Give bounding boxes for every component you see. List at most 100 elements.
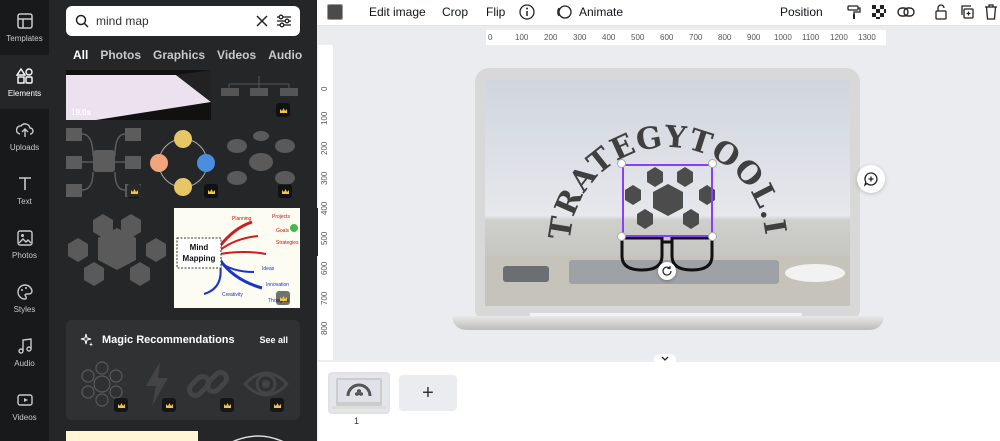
search-input[interactable] (96, 14, 254, 28)
mindmap-branch-goals: Goals (276, 228, 290, 234)
ruler-tick: 800 (718, 33, 732, 42)
transparency-icon[interactable] (870, 3, 888, 21)
premium-crown-icon (278, 184, 292, 198)
magic-title: Magic Recommendations (102, 334, 235, 346)
ruler-tick: 800 (320, 321, 329, 335)
duplicate-icon[interactable] (958, 3, 976, 21)
filter-icon[interactable] (276, 13, 292, 29)
delete-icon[interactable] (982, 3, 1000, 21)
magic-recommendations-card: Magic Recommendations See all (66, 320, 300, 420)
graphic-cloud-map[interactable] (223, 126, 300, 201)
graphic-hexagon-map[interactable] (66, 208, 208, 308)
page-thumbnail[interactable] (328, 372, 390, 414)
add-comment-button[interactable] (857, 165, 885, 193)
resize-handle[interactable] (617, 159, 626, 168)
paint-roller-icon[interactable] (845, 3, 863, 21)
selection-box[interactable] (622, 164, 713, 237)
rotate-handle-icon[interactable] (658, 262, 676, 280)
animate-button[interactable]: Animate (579, 4, 623, 20)
mindmap-branch-ideas: Ideas (262, 266, 275, 272)
rail-item-photos[interactable]: Photos (0, 217, 49, 271)
elements-panel: All Photos Graphics Videos Audio 19.0s (49, 0, 317, 441)
clear-search-icon[interactable] (254, 13, 270, 29)
ruler-tick: 1000 (774, 33, 792, 42)
graphic-sketch-result[interactable] (66, 431, 198, 441)
rail-item-text[interactable]: Text (0, 163, 49, 217)
templates-icon (16, 12, 33, 29)
rail-label-videos: Videos (12, 412, 37, 422)
audio-icon (17, 337, 32, 354)
unlock-icon[interactable] (932, 3, 950, 21)
recommendation-hexagon-ring[interactable] (78, 360, 128, 412)
rail-item-uploads[interactable]: Uploads (0, 109, 49, 163)
premium-crown-icon (270, 398, 284, 412)
rail-label-templates: Templates (6, 33, 43, 43)
ruler-tick: 0 (320, 86, 329, 91)
recommendation-eye[interactable] (242, 360, 290, 412)
comment-icon (863, 172, 878, 187)
rail-item-audio[interactable]: Audio (0, 325, 49, 379)
laptop-base (452, 316, 884, 330)
ruler-tick: 500 (320, 231, 329, 245)
recommendation-lightning[interactable] (142, 360, 176, 412)
mindmap-title-text: Mind Mapping (182, 243, 216, 263)
color-swatch[interactable] (327, 4, 343, 20)
context-toolbar: Edit image Crop Flip Animate Position (317, 0, 1000, 26)
animate-icon[interactable] (555, 3, 573, 21)
rail-item-templates[interactable]: Templates (0, 0, 49, 54)
edit-image-button[interactable]: Edit image (369, 4, 426, 20)
add-page-label: + (422, 381, 434, 404)
rail-item-elements[interactable]: Elements (0, 55, 49, 109)
add-page-button[interactable]: + (399, 375, 457, 411)
page-number: 1 (354, 416, 360, 426)
uploads-icon (15, 122, 34, 137)
ruler-tick: 400 (602, 33, 616, 42)
mindmap-branch-strategies: Strategies (276, 240, 299, 246)
ruler-tick: 200 (544, 33, 558, 42)
rail-label-photos: Photos (12, 250, 37, 260)
recommendation-chain-link[interactable] (184, 360, 234, 412)
search-bar (66, 6, 300, 36)
graphic-org-chart[interactable] (217, 70, 300, 120)
see-all-link[interactable]: See all (259, 335, 288, 345)
mindmap-branch-creativity: Creativity (222, 292, 243, 298)
premium-crown-icon (276, 291, 290, 305)
info-icon[interactable] (518, 3, 536, 21)
video-result[interactable]: 19.0s (66, 70, 211, 120)
resize-handle[interactable] (708, 232, 717, 241)
left-rail: Templates Elements Uploads Text Photos S… (0, 0, 49, 441)
graphic-circle-result[interactable] (224, 431, 292, 441)
ruler-tick: 200 (320, 141, 329, 155)
ruler-vertical: 0 100 200 300 400 500 600 700 800 (318, 45, 333, 360)
ruler-tick: 600 (660, 33, 674, 42)
link-icon[interactable] (897, 3, 915, 21)
graphic-gray-mind-map[interactable] (66, 126, 143, 201)
premium-crown-icon (204, 184, 218, 198)
ruler-tick: 600 (320, 261, 329, 275)
tab-graphics[interactable]: Graphics (153, 48, 205, 68)
sparkle-icon (80, 333, 94, 352)
tab-audio[interactable]: Audio (268, 48, 302, 68)
video-duration: 19.0s (71, 108, 92, 117)
tab-photos[interactable]: Photos (100, 48, 141, 68)
flip-button[interactable]: Flip (486, 4, 505, 20)
styles-icon (16, 283, 33, 300)
premium-crown-icon (162, 398, 176, 412)
videos-icon (16, 393, 33, 406)
position-button[interactable]: Position (780, 4, 823, 20)
photo-mind-mapping[interactable]: Mind Mapping Planning Projects Goals Str… (174, 208, 300, 308)
page-strip: 1 + (318, 362, 1000, 441)
tab-videos[interactable]: Videos (217, 48, 256, 68)
graphic-color-cycle[interactable] (148, 126, 218, 201)
mindmap-branch-planning: Planning (232, 216, 252, 222)
resize-handle[interactable] (708, 159, 717, 168)
mindmap-branch-innovation: Innovation (266, 282, 290, 288)
ruler-horizontal: 0 100 200 300 400 500 600 700 800 900 10… (486, 30, 886, 45)
tab-all[interactable]: All (73, 48, 88, 68)
rail-label-uploads: Uploads (9, 142, 40, 152)
rail-item-styles[interactable]: Styles (0, 271, 49, 325)
crop-button[interactable]: Crop (442, 4, 468, 20)
resize-handle[interactable] (617, 232, 626, 241)
ruler-tick: 100 (320, 111, 329, 125)
rail-item-videos[interactable]: Videos (0, 379, 49, 433)
